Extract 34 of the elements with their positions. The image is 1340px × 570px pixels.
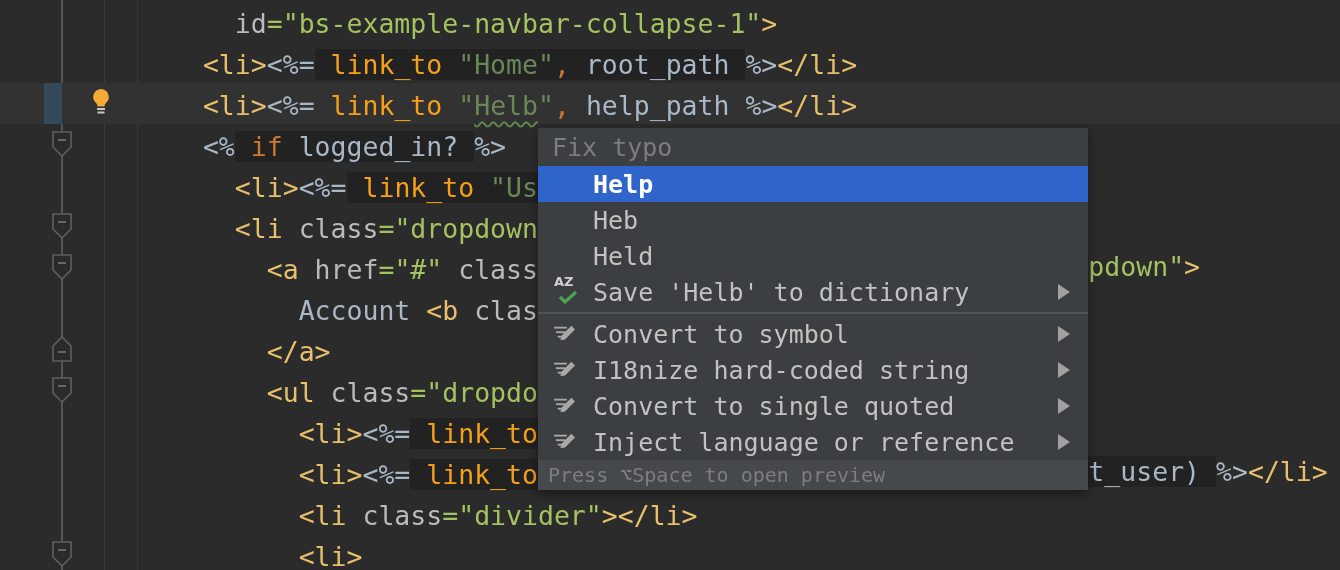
menu-item[interactable]: AZ Save 'Helb' to dictionary bbox=[538, 274, 1088, 310]
code-line: <ul class="dropdo bbox=[265, 375, 538, 410]
code-line: <li><%= link_to "Us bbox=[233, 170, 538, 205]
icon-label: AZ bbox=[554, 275, 574, 289]
menu-item[interactable]: Convert to single quoted bbox=[538, 388, 1088, 424]
code-line: <li><%= link_to bbox=[297, 416, 538, 451]
code-line: id="bs-example-navbar-collapse-1"> bbox=[233, 6, 778, 41]
fold-icon[interactable] bbox=[52, 254, 72, 280]
code-line: pdown"> bbox=[1088, 250, 1201, 284]
fold-icon[interactable] bbox=[52, 213, 72, 239]
menu-item[interactable]: Convert to symbol bbox=[538, 316, 1088, 352]
code-line: t_user) %></li> bbox=[1088, 455, 1328, 489]
code-line: <li class="divider"></li> bbox=[297, 498, 698, 533]
code-line: <li><%= link_to "Helb", help_path %></li> bbox=[201, 88, 858, 123]
code-line: Account <b clas bbox=[297, 293, 538, 328]
code-line: <% if logged_in? %> bbox=[201, 129, 507, 164]
code-line: <a href="#" class bbox=[265, 252, 538, 287]
check-icon bbox=[558, 290, 578, 304]
menu-item[interactable]: Held bbox=[538, 238, 1088, 274]
lightbulb-icon[interactable] bbox=[91, 88, 111, 116]
fold-icon[interactable] bbox=[52, 131, 72, 157]
code-line: <li> bbox=[297, 539, 363, 570]
code-line: </a> bbox=[265, 334, 331, 369]
code-line: <li><%= link_to "Home", root_path %></li> bbox=[201, 47, 858, 82]
fold-icon[interactable] bbox=[52, 541, 72, 567]
code-line: <li class="dropdown bbox=[233, 211, 538, 246]
menu-item[interactable]: Heb bbox=[538, 202, 1088, 238]
fold-icon[interactable] bbox=[52, 377, 72, 403]
menu-item[interactable]: Help bbox=[538, 166, 1088, 202]
code-line: <li><%= link_to bbox=[297, 457, 538, 492]
fold-end-icon[interactable] bbox=[52, 336, 72, 362]
menu-item[interactable]: Inject language or reference bbox=[538, 424, 1088, 460]
popup-title: Fix typo bbox=[552, 132, 673, 162]
menu-item[interactable]: I18nize hard-coded string bbox=[538, 352, 1088, 388]
